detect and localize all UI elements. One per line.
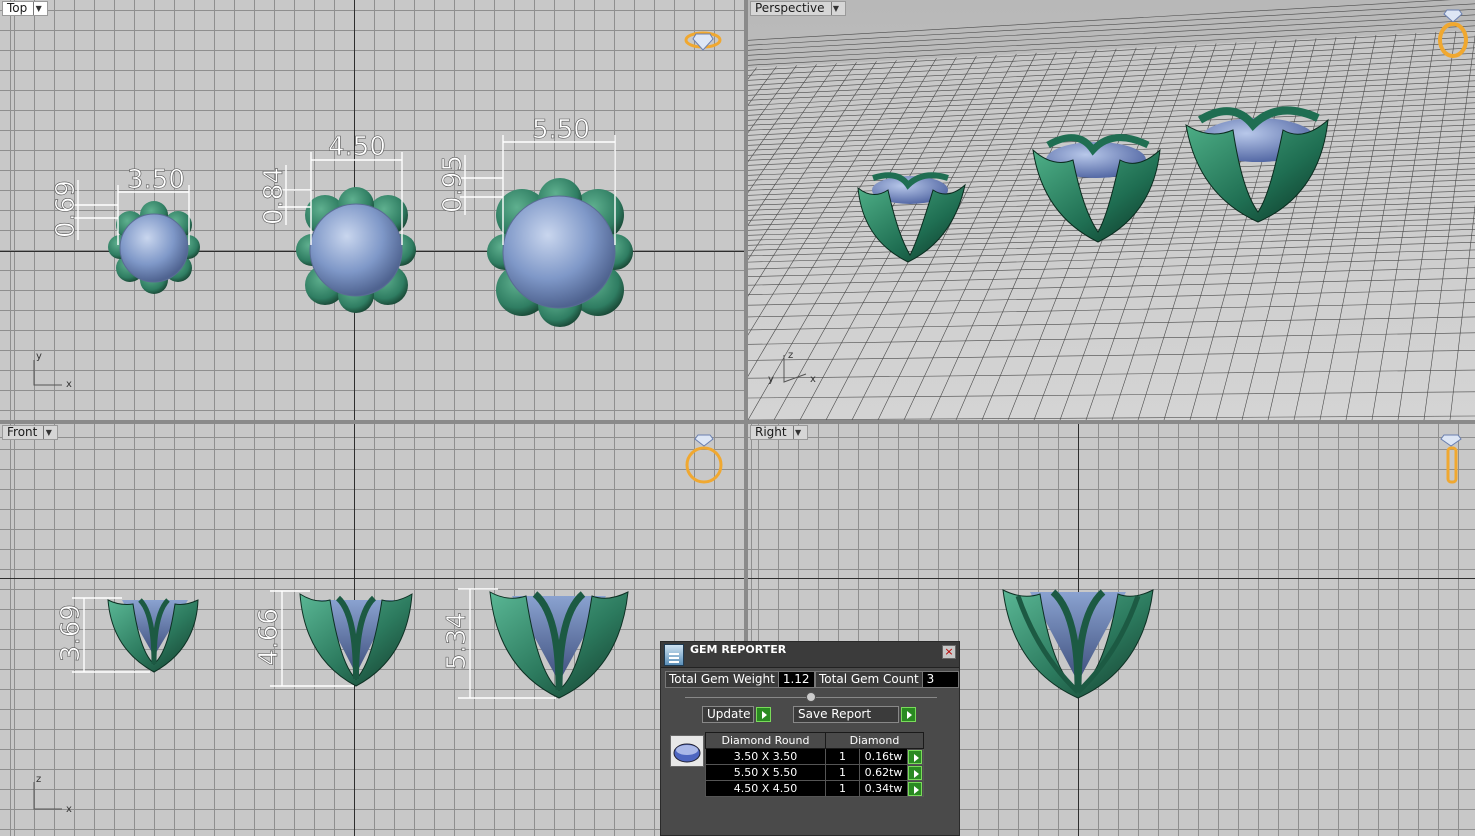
panel-splitter-handle[interactable] <box>806 692 816 702</box>
save-report-play-icon[interactable] <box>901 707 916 722</box>
update-play-icon[interactable] <box>756 707 771 722</box>
gem-reporter-titlebar[interactable]: GEM REPORTER × <box>661 642 959 668</box>
table-row[interactable]: 5.50 X 5.50 1 0.62tw <box>705 764 924 781</box>
total-weight-label: Total Gem Weight <box>665 671 779 688</box>
save-report-button[interactable]: Save Report <box>793 706 899 723</box>
column-header-shape: Diamond Round <box>705 732 826 749</box>
row-select-icon[interactable] <box>908 749 922 764</box>
svg-text:z: z <box>36 774 41 785</box>
height-label-small: 3.69 <box>56 604 86 662</box>
gem-table: Diamond Round Diamond 3.50 X 3.50 1 0.16… <box>705 732 924 797</box>
row-select-icon[interactable] <box>908 765 922 780</box>
setting-large-top[interactable] <box>487 178 633 327</box>
column-header-material: Diamond <box>825 732 924 749</box>
gem-thumbnail[interactable] <box>670 735 704 767</box>
width-label-small: 3.50 <box>127 165 185 195</box>
save-report-row: Save Report <box>793 706 916 723</box>
width-label-large: 5.50 <box>532 115 590 145</box>
diamond-view-icon[interactable] <box>684 31 722 51</box>
cad-workspace: Top ▼ 3.50 4.50 5.50 0.69 0.84 0.95 y x … <box>0 0 1475 836</box>
setting-medium-top[interactable] <box>296 187 416 313</box>
height-label-medium: 4.66 <box>254 608 284 666</box>
total-weight-value: 1.12 <box>778 671 815 688</box>
setting-right-view[interactable] <box>1002 589 1154 699</box>
axis-indicator-top: y x <box>33 351 72 390</box>
viewport-perspective[interactable]: z y x Perspective ▼ <box>748 0 1475 420</box>
svg-text:y: y <box>768 374 774 385</box>
width-label-medium: 4.50 <box>328 132 386 162</box>
svg-text:y: y <box>36 351 42 362</box>
row-select-icon[interactable] <box>908 781 922 796</box>
viewport-top[interactable]: Top ▼ 3.50 4.50 5.50 0.69 0.84 0.95 y x <box>0 0 744 420</box>
total-count-value: 3 <box>922 671 959 688</box>
gem-reporter-logo-icon <box>664 644 684 666</box>
close-button[interactable]: × <box>942 645 956 659</box>
ring-side-view-icon[interactable] <box>1440 434 1462 484</box>
update-row: Update <box>702 706 771 723</box>
svg-text:x: x <box>66 379 72 390</box>
gem-reporter-title: GEM REPORTER <box>690 643 787 656</box>
setting-small-top[interactable] <box>108 201 200 294</box>
setting-large-front[interactable] <box>489 591 629 699</box>
viewport-front[interactable]: Front ▼ 3.69 4.66 5.34 z x <box>0 424 744 836</box>
svg-text:x: x <box>66 804 72 815</box>
offset-label-large: 0.95 <box>438 155 468 213</box>
total-count-label: Total Gem Count <box>815 671 923 688</box>
setting-medium-front[interactable] <box>299 593 413 687</box>
table-row[interactable]: 3.50 X 3.50 1 0.16tw <box>705 748 924 765</box>
ring-front-view-icon[interactable] <box>685 434 723 484</box>
top-view-drawing: 3.50 4.50 5.50 0.69 0.84 0.95 y x <box>33 31 722 390</box>
setting-small-front[interactable] <box>107 598 199 673</box>
gem-reporter-panel[interactable]: GEM REPORTER × Total Gem Weight 1.12 Tot… <box>660 641 960 836</box>
svg-text:x: x <box>810 374 816 385</box>
height-label-large: 5.34 <box>442 612 472 670</box>
total-weight-row: Total Gem Weight 1.12 <box>665 671 815 688</box>
perspective-view-drawing: z y x <box>748 0 1475 420</box>
update-button[interactable]: Update <box>702 706 754 723</box>
round-diamond-icon <box>673 743 701 763</box>
chevron-down-icon[interactable]: ▼ <box>830 2 841 15</box>
svg-text:z: z <box>788 350 793 361</box>
front-view-drawing: 3.69 4.66 5.34 z x <box>33 434 723 815</box>
total-count-row: Total Gem Count 3 <box>815 671 959 688</box>
axis-indicator-front: z x <box>33 774 72 815</box>
viewport-perspective-label[interactable]: Perspective ▼ <box>750 1 846 16</box>
table-row[interactable]: 4.50 X 4.50 1 0.34tw <box>705 780 924 797</box>
offset-label-medium: 0.84 <box>259 167 289 225</box>
offset-label-small: 0.69 <box>51 180 81 238</box>
